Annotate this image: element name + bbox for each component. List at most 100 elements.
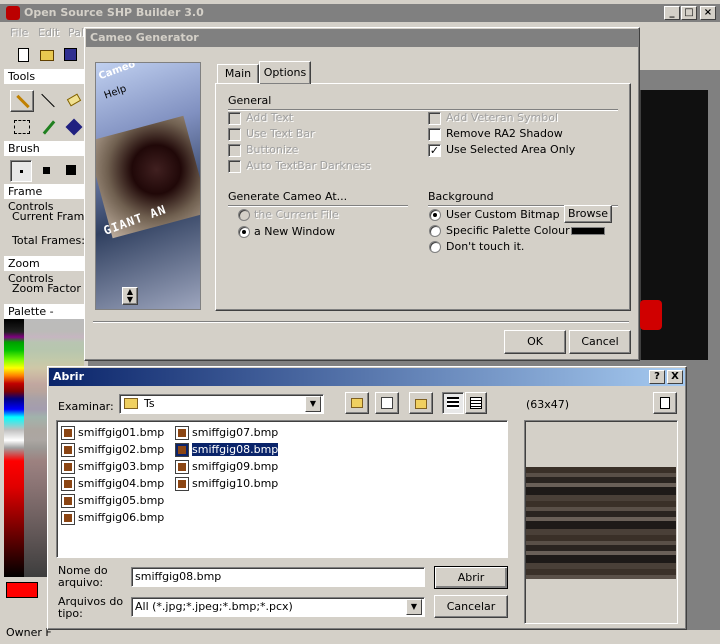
file-item[interactable]: smiffgig04.bmp <box>61 475 164 492</box>
new-folder-icon[interactable] <box>409 392 433 414</box>
close-button[interactable]: × <box>700 6 716 20</box>
file-item[interactable]: smiffgig06.bmp <box>61 509 164 526</box>
menu-bar: File Edit Pal <box>0 24 90 42</box>
use-text-bar-label: Use Text Bar <box>246 127 315 140</box>
file-item[interactable]: smiffgig09.bmp <box>175 458 278 475</box>
general-divider <box>228 109 618 110</box>
general-header: General <box>228 94 272 107</box>
buttonize-checkbox[interactable] <box>228 144 241 157</box>
up-folder-icon[interactable] <box>345 392 369 414</box>
file-item[interactable]: smiffgig01.bmp <box>61 424 164 441</box>
cameo-bottom-divider <box>93 321 629 322</box>
bitmap-file-icon <box>175 426 189 440</box>
auto-textbar-darkness-checkbox[interactable] <box>228 160 241 173</box>
auto-textbar-darkness-label: Auto TextBar Darkness <box>246 159 371 172</box>
brush-size-1-icon[interactable] <box>10 160 32 182</box>
save-disk-icon[interactable] <box>64 48 77 61</box>
cameo-ok-label: OK <box>527 335 543 348</box>
open-folder-icon[interactable] <box>40 50 54 61</box>
open-label: Abrir <box>457 571 485 584</box>
select-tool-icon[interactable] <box>10 116 34 138</box>
file-item[interactable]: smiffgig02.bmp <box>61 441 164 458</box>
line-tool-icon[interactable] <box>36 90 60 112</box>
look-in-value: Ts <box>144 397 155 410</box>
tab-main[interactable]: Main <box>217 64 259 84</box>
filetype-value: All (*.jpg;*.jpeg;*.bmp;*.pcx) <box>135 600 293 613</box>
user-custom-bitmap-radio[interactable] <box>429 209 441 221</box>
open-dialog: Abrir ? X Examinar: Ts ▼ (63x47) smiffgi… <box>47 366 687 630</box>
look-in-combo[interactable]: Ts ▼ <box>119 394 324 414</box>
bitmap-file-icon <box>61 426 75 440</box>
specific-palette-colour-radio[interactable] <box>429 225 441 237</box>
add-text-checkbox[interactable] <box>228 112 241 125</box>
dropper-tool-icon[interactable] <box>36 116 60 138</box>
cancel-button[interactable]: Cancelar <box>434 595 508 618</box>
add-veteran-symbol-checkbox[interactable] <box>428 112 441 125</box>
minimize-button[interactable]: _ <box>664 6 680 20</box>
menu-file[interactable]: File <box>10 26 28 39</box>
menu-pal[interactable]: Pal <box>68 26 84 39</box>
folder-icon <box>124 398 138 409</box>
look-in-dropdown-icon[interactable]: ▼ <box>305 396 321 412</box>
file-item[interactable]: smiffgig07.bmp <box>175 424 278 441</box>
tab-options[interactable]: Options <box>259 61 311 84</box>
pencil-tool-icon[interactable] <box>10 90 34 112</box>
dont-touch-radio[interactable] <box>429 241 441 253</box>
browse-label: Browse <box>567 207 609 220</box>
use-text-bar-checkbox[interactable] <box>228 128 241 141</box>
menu-edit[interactable]: Edit <box>38 26 59 39</box>
preview-size: (63x47) <box>526 398 570 411</box>
new-file-icon[interactable] <box>18 48 29 62</box>
eraser-tool-icon[interactable] <box>62 90 86 112</box>
use-selected-area-checkbox[interactable]: ✓ <box>428 144 441 157</box>
filename-label-line2: arquivo: <box>58 576 104 589</box>
maximize-button[interactable]: □ <box>681 6 697 20</box>
bitmap-file-icon <box>61 477 75 491</box>
tab-main-label: Main <box>224 67 252 80</box>
filetype-dropdown-icon[interactable]: ▼ <box>406 599 422 615</box>
current-file-label: the Current File <box>254 208 339 221</box>
add-veteran-symbol-label: Add Veteran Symbol <box>446 111 559 124</box>
bitmap-file-icon <box>61 460 75 474</box>
brush-size-3-icon[interactable] <box>66 165 76 175</box>
open-close-button[interactable]: X <box>667 370 683 384</box>
open-titlebar: Abrir <box>49 368 685 386</box>
file-item[interactable]: smiffgig03.bmp <box>61 458 164 475</box>
open-button[interactable]: Abrir <box>434 566 508 589</box>
filetype-combo[interactable]: All (*.jpg;*.jpeg;*.bmp;*.pcx) ▼ <box>131 597 425 617</box>
file-item[interactable]: smiffgig05.bmp <box>61 492 164 509</box>
new-window-radio[interactable] <box>238 226 250 238</box>
active-colour-swatch <box>6 582 38 598</box>
remove-ra2-shadow-checkbox[interactable] <box>428 128 441 141</box>
file-item[interactable]: smiffgig10.bmp <box>175 475 278 492</box>
bitmap-file-icon <box>175 443 189 457</box>
brush-header: Brush <box>4 141 84 156</box>
cameo-ok-button[interactable]: OK <box>504 330 566 354</box>
help-button[interactable]: ? <box>649 370 665 384</box>
list-view-icon[interactable] <box>442 392 464 414</box>
total-frames-label: Total Frames: <box>12 234 85 247</box>
toolbar <box>4 45 84 67</box>
file-list[interactable]: smiffgig01.bmp smiffgig02.bmp smiffgig03… <box>56 420 508 558</box>
brush-row <box>10 160 86 182</box>
preview-scroll-button[interactable]: ▲ ▼ <box>122 287 138 305</box>
frame-controls-header: Frame Controls <box>4 184 84 213</box>
details-view-icon[interactable] <box>465 392 487 414</box>
current-frame-label: Current Frame <box>12 210 92 223</box>
cameo-dialog: Cameo Generator Cameo Help GIANT AN ▲ ▼ M… <box>84 27 640 361</box>
fill-tool-icon[interactable] <box>62 116 86 138</box>
generate-at-header: Generate Cameo At... <box>228 190 348 203</box>
new-window-label: a New Window <box>254 225 336 238</box>
brush-size-2-icon[interactable] <box>43 167 50 174</box>
current-file-radio[interactable] <box>238 209 250 221</box>
cameo-cancel-button[interactable]: Cancel <box>569 330 631 354</box>
filename-input[interactable]: smiffgig08.bmp <box>131 567 425 587</box>
tools-grid <box>10 90 86 140</box>
tab-options-label: Options <box>263 66 307 79</box>
browse-button[interactable]: Browse <box>564 205 612 223</box>
preview-toggle-icon[interactable] <box>653 392 677 414</box>
desktop-icon[interactable] <box>375 392 399 414</box>
buttonize-label: Buttonize <box>246 143 299 156</box>
file-item-selected[interactable]: smiffgig08.bmp <box>175 441 280 458</box>
background-colour-swatch[interactable] <box>571 227 605 235</box>
